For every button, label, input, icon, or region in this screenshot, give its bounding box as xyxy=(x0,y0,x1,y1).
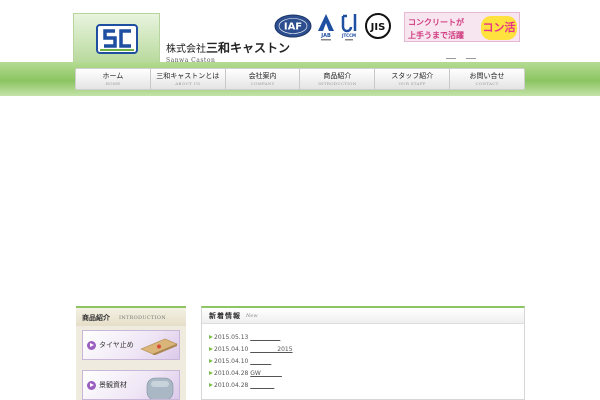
bullet-arrow-icon xyxy=(209,371,213,375)
jab-text: JAB xyxy=(320,33,331,39)
global-nav: ホーム HOME 三和キャストンとは ABOUT US 会社案内 COMPANY… xyxy=(75,68,525,90)
nav-item-introduction[interactable]: 商品紹介 INTRODUCTION xyxy=(300,69,376,89)
bullet-arrow-icon xyxy=(209,335,213,339)
nav-item-sublabel: OUR STAFF xyxy=(398,81,426,86)
news-title: 新着情報 xyxy=(209,312,241,320)
news-title-en: New xyxy=(246,313,258,319)
jab-cert-icon: JAB xyxy=(318,14,334,41)
bullet-arrow-icon xyxy=(209,359,213,363)
nav-item-label: ホーム xyxy=(102,72,124,80)
arrow-circle-icon xyxy=(87,341,96,350)
news-link: GW_______ xyxy=(250,370,282,377)
banner-bubble: コン活 xyxy=(481,16,517,40)
nav-item-home[interactable]: ホーム HOME xyxy=(76,69,151,89)
nav-item-label: 会社案内 xyxy=(248,72,277,80)
news-item[interactable]: 2015.05.13 __________ xyxy=(209,334,280,341)
nav-item-label: 三和キャストンとは xyxy=(156,72,220,80)
nav-item-staff[interactable]: スタッフ紹介 OUR STAFF xyxy=(375,69,451,89)
banner-line-2: 上手うまで活躍 xyxy=(408,31,464,40)
nav-item-sublabel: ABOUT US xyxy=(175,81,201,86)
company-name-main: 三和キャストン xyxy=(206,41,291,55)
news-date: 2015.04.10 xyxy=(214,346,249,353)
sidebar-panel: タイヤ止め 景観資材 xyxy=(76,326,186,400)
category-tire-stopper[interactable]: タイヤ止め xyxy=(82,330,180,360)
nav-item-label: スタッフ紹介 xyxy=(391,72,434,80)
nav-item-company[interactable]: 会社案内 COMPANY xyxy=(226,69,301,89)
banner-line-1: コンクリートが xyxy=(408,18,464,27)
bullet-arrow-icon xyxy=(209,383,213,387)
news-link: __________ xyxy=(250,334,281,341)
nav-item-sublabel: CONTACT xyxy=(475,81,499,86)
news-date: 2010.04.28 xyxy=(214,370,249,377)
jtccm-cert-icon: JTCCM xyxy=(341,14,357,41)
news-link: _______ xyxy=(250,358,272,365)
news-item[interactable]: 2010.04.28 ________ xyxy=(209,382,274,389)
header-divider-marks xyxy=(446,58,478,60)
jis-text: JIS xyxy=(370,22,386,33)
jtccm-text: JTCCM xyxy=(341,33,356,38)
sidebar-heading: 商品紹介 INTRODUCTION xyxy=(76,306,186,326)
news-heading: 新着情報 New xyxy=(202,308,524,324)
company-logo[interactable] xyxy=(73,13,160,63)
arrow-circle-icon xyxy=(87,381,96,390)
landscape-material-image xyxy=(146,377,174,399)
jis-cert-icon: JIS xyxy=(365,13,391,39)
news-item[interactable]: 2015.04.10 _______ xyxy=(209,358,271,365)
news-item[interactable]: 2015.04.10 _________2015 xyxy=(209,346,293,353)
news-item[interactable]: 2010.04.28 GW_______ xyxy=(209,370,282,377)
news-date: 2010.04.28 xyxy=(214,382,249,389)
nav-item-sublabel: COMPANY xyxy=(250,81,275,86)
sidebar-title-en: INTRODUCTION xyxy=(119,315,166,321)
page: 株式会社三和キャストン Sanwa Caston IAF JAB JTCCM J… xyxy=(0,0,600,400)
sidebar-title: 商品紹介 xyxy=(82,314,110,322)
nav-item-sublabel: INTRODUCTION xyxy=(318,81,357,86)
news-date: 2015.05.13 xyxy=(214,334,249,341)
category-label: 景観資材 xyxy=(99,381,127,389)
nav-item-sublabel: HOME xyxy=(105,81,121,86)
news-link: ________ xyxy=(250,382,275,389)
nav-item-label: お問い合せ xyxy=(469,72,505,80)
bullet-arrow-icon xyxy=(209,347,213,351)
category-landscape-material[interactable]: 景観資材 xyxy=(82,370,180,400)
news-link: _________2015 xyxy=(250,346,293,353)
company-name: 株式会社三和キャストン Sanwa Caston xyxy=(166,39,290,64)
nav-item-contact[interactable]: お問い合せ CONTACT xyxy=(450,69,524,89)
logo-mark-icon xyxy=(96,24,138,54)
nav-item-about[interactable]: 三和キャストンとは ABOUT US xyxy=(151,69,226,89)
news-section: 新着情報 New 2015.05.13 __________ 2015.04.1… xyxy=(201,306,525,400)
company-name-prefix: 株式会社 xyxy=(166,44,206,55)
iaf-cert-icon: IAF xyxy=(274,14,312,38)
nav-item-label: 商品紹介 xyxy=(323,72,352,80)
campaign-banner[interactable]: コンクリートが 上手うまで活躍 コン活 xyxy=(404,12,520,42)
news-date: 2015.04.10 xyxy=(214,358,249,365)
iaf-text: IAF xyxy=(284,22,302,33)
category-label: タイヤ止め xyxy=(99,341,134,349)
tire-stopper-image xyxy=(140,338,178,355)
